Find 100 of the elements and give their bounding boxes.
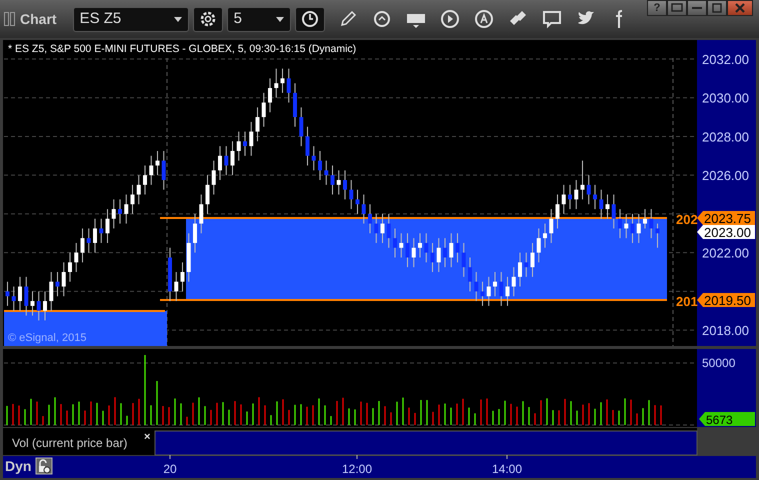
minimize-icon bbox=[692, 6, 702, 10]
close-button[interactable] bbox=[727, 0, 753, 16]
candle bbox=[499, 272, 504, 306]
candle bbox=[62, 262, 66, 297]
candle bbox=[549, 208, 554, 244]
minimize-button[interactable] bbox=[687, 0, 707, 16]
candle bbox=[318, 150, 322, 181]
candle bbox=[636, 213, 641, 244]
candle bbox=[449, 232, 454, 268]
price-axis-label: 2032.00 bbox=[702, 52, 749, 67]
candle bbox=[43, 290, 47, 321]
maximize-button[interactable] bbox=[707, 0, 727, 16]
candle bbox=[386, 213, 391, 248]
window-icon bbox=[671, 3, 683, 13]
close-study-button[interactable]: × bbox=[144, 431, 150, 443]
play-icon[interactable] bbox=[438, 8, 461, 30]
candle bbox=[486, 276, 491, 306]
copyright-text: © eSignal, 2015 bbox=[8, 332, 86, 344]
candle bbox=[156, 150, 160, 176]
candle bbox=[418, 232, 422, 258]
candle bbox=[643, 208, 647, 229]
candle bbox=[606, 194, 610, 220]
candle bbox=[93, 218, 97, 254]
candle bbox=[399, 232, 404, 258]
price-axis-label: 2022.00 bbox=[702, 246, 749, 261]
candle bbox=[106, 208, 110, 244]
candle bbox=[236, 131, 241, 162]
time-axis-label: 14:00 bbox=[492, 462, 522, 476]
candle bbox=[136, 174, 141, 205]
candle bbox=[630, 213, 634, 244]
clock-button[interactable] bbox=[294, 6, 325, 32]
candle bbox=[12, 286, 16, 312]
candle bbox=[574, 180, 578, 210]
price-marker: 2019.50 bbox=[697, 293, 755, 308]
symbol-dropdown[interactable]: ES Z5 bbox=[72, 6, 189, 32]
candle bbox=[274, 68, 278, 98]
help-button[interactable]: ? bbox=[647, 0, 667, 16]
candle bbox=[349, 180, 354, 210]
close-icon bbox=[735, 3, 745, 13]
settings-button[interactable] bbox=[192, 6, 223, 32]
candle bbox=[199, 194, 204, 234]
candle bbox=[212, 160, 216, 196]
candle bbox=[180, 262, 184, 292]
candle bbox=[18, 276, 22, 312]
candle bbox=[393, 228, 397, 258]
candle bbox=[368, 204, 372, 234]
window-title: Chart bbox=[20, 10, 57, 28]
candle bbox=[6, 281, 10, 306]
volume-axis-label: 50000 bbox=[702, 356, 736, 370]
candle bbox=[36, 290, 41, 321]
candle bbox=[230, 140, 234, 176]
candle bbox=[430, 242, 434, 273]
candle bbox=[168, 247, 172, 302]
candle bbox=[624, 213, 628, 239]
maximize-icon bbox=[712, 3, 722, 13]
candle bbox=[280, 68, 284, 94]
alert-icon[interactable] bbox=[472, 8, 495, 30]
candle bbox=[130, 184, 134, 214]
candle bbox=[436, 238, 441, 273]
candle bbox=[299, 106, 304, 147]
candle bbox=[618, 208, 622, 239]
candle bbox=[193, 213, 197, 254]
candle bbox=[506, 276, 510, 306]
candle bbox=[268, 78, 272, 113]
candle bbox=[262, 92, 266, 128]
volume-legend: Vol (current price bar) bbox=[12, 436, 128, 450]
comment-icon[interactable] bbox=[540, 8, 563, 30]
candle bbox=[24, 276, 28, 316]
candle bbox=[524, 252, 528, 278]
candle bbox=[218, 146, 222, 181]
candle bbox=[586, 174, 591, 205]
candle bbox=[562, 184, 566, 214]
caret-icon bbox=[276, 16, 284, 22]
price-marker: 2023.00 bbox=[697, 225, 755, 240]
candle bbox=[249, 121, 254, 156]
candle bbox=[343, 170, 347, 200]
candle bbox=[224, 146, 228, 176]
interval-dropdown[interactable]: 5 bbox=[226, 6, 291, 32]
gear-icon bbox=[198, 10, 217, 28]
price-axis-label: 2028.00 bbox=[702, 129, 749, 144]
level-label: 201 bbox=[676, 294, 698, 309]
candle bbox=[174, 272, 178, 302]
candle bbox=[118, 198, 122, 224]
candle bbox=[556, 194, 560, 229]
mode-label: Dyn bbox=[5, 458, 32, 474]
price-axis-label: 2026.00 bbox=[702, 168, 749, 184]
candle bbox=[412, 238, 416, 268]
candle bbox=[568, 184, 572, 210]
candle bbox=[124, 194, 128, 224]
lock-clock-icon[interactable] bbox=[36, 458, 52, 474]
candle bbox=[530, 242, 534, 278]
candle bbox=[112, 198, 116, 229]
candle bbox=[206, 174, 210, 214]
price-axis-label: 2018.00 bbox=[702, 323, 749, 338]
candle bbox=[456, 232, 460, 263]
popout-button[interactable] bbox=[667, 0, 687, 16]
candle bbox=[68, 252, 72, 282]
candle bbox=[649, 208, 654, 239]
candle bbox=[512, 266, 516, 297]
candle bbox=[543, 223, 547, 248]
